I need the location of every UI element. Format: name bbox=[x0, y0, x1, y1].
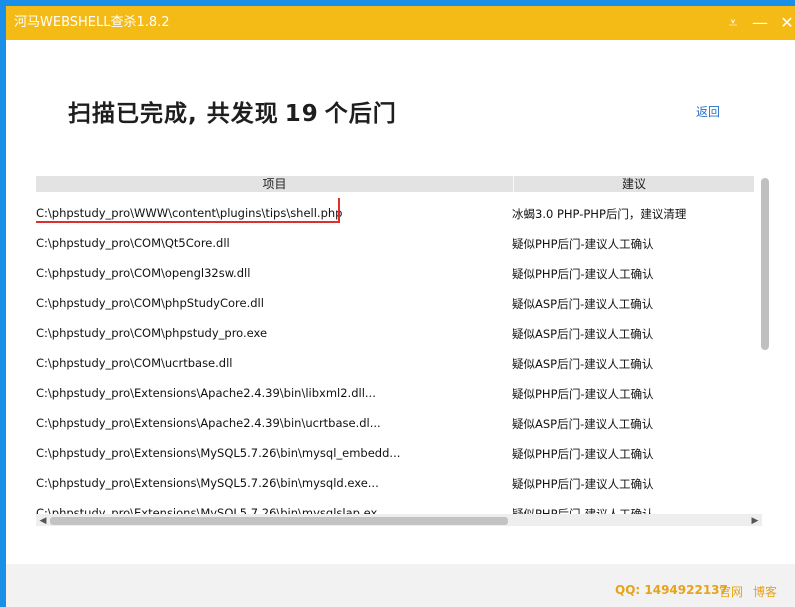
file-path: C:\phpstudy_pro\COM\Qt5Core.dll bbox=[36, 236, 230, 250]
vertical-scroll-thumb[interactable] bbox=[761, 178, 769, 350]
vertical-scrollbar[interactable] bbox=[754, 176, 770, 514]
title-bar[interactable]: 河马WEBSHELL查杀1.8.2 ⩡ — ✕ bbox=[6, 6, 795, 40]
file-path: C:\phpstudy_pro\Extensions\Apache2.4.39\… bbox=[36, 386, 376, 400]
column-header-advice[interactable]: 建议 bbox=[514, 176, 754, 192]
advice-text: 疑似ASP后门-建议人工确认 bbox=[512, 297, 654, 311]
file-path: C:\phpstudy_pro\WWW\content\plugins\tips… bbox=[36, 206, 343, 220]
headline-suffix: 个后门 bbox=[324, 101, 397, 127]
backdoor-count: 19 bbox=[284, 101, 319, 127]
scroll-left-icon[interactable]: ◀ bbox=[36, 514, 50, 526]
file-path: C:\phpstudy_pro\COM\ucrtbase.dll bbox=[36, 356, 233, 370]
table-header: 项目 建议 bbox=[36, 176, 754, 192]
close-icon[interactable]: ✕ bbox=[777, 13, 795, 33]
file-path: C:\phpstudy_pro\Extensions\MySQL5.7.26\b… bbox=[36, 476, 379, 490]
table-row[interactable]: C:\phpstudy_pro\Extensions\MySQL5.7.26\b… bbox=[36, 438, 754, 468]
minimize-icon[interactable]: — bbox=[750, 13, 770, 33]
app-window: 河马WEBSHELL查杀1.8.2 ⩡ — ✕ 扫描已完成, 共发现 19 个后门 … bbox=[6, 6, 795, 607]
advice-text: 疑似PHP后门-建议人工确认 bbox=[512, 447, 654, 461]
back-link[interactable]: 返回 bbox=[696, 103, 720, 120]
advice-text: 疑似PHP后门-建议人工确认 bbox=[512, 507, 654, 514]
footer-bar: QQ: 1494922137 官网 博客 bbox=[6, 564, 795, 607]
official-site-link[interactable]: 官网 bbox=[719, 583, 743, 600]
advice-text: 疑似ASP后门-建议人工确认 bbox=[512, 357, 654, 371]
window-title: 河马WEBSHELL查杀1.8.2 bbox=[14, 15, 170, 30]
table-row[interactable]: C:\phpstudy_pro\Extensions\MySQL5.7.26\b… bbox=[36, 468, 754, 498]
table-row[interactable]: C:\phpstudy_pro\COM\phpstudy_pro.exe 疑似A… bbox=[36, 318, 754, 348]
advice-text: 疑似PHP后门-建议人工确认 bbox=[512, 387, 654, 401]
table-body: C:\phpstudy_pro\WWW\content\plugins\tips… bbox=[36, 198, 754, 514]
advice-text: 冰蝎3.0 PHP-PHP后门，建议清理 bbox=[512, 207, 687, 221]
horizontal-scrollbar[interactable]: ◀ ▶ bbox=[36, 514, 762, 526]
scroll-right-icon[interactable]: ▶ bbox=[748, 514, 762, 526]
file-path: C:\phpstudy_pro\Extensions\MySQL5.7.26\b… bbox=[36, 446, 401, 460]
headline-prefix: 扫描已完成, 共发现 bbox=[68, 101, 279, 127]
table-row[interactable]: C:\phpstudy_pro\COM\Qt5Core.dll 疑似PHP后门-… bbox=[36, 228, 754, 258]
advice-text: 疑似ASP后门-建议人工确认 bbox=[512, 417, 654, 431]
advice-text: 疑似ASP后门-建议人工确认 bbox=[512, 327, 654, 341]
table-row[interactable]: C:\phpstudy_pro\Extensions\Apache2.4.39\… bbox=[36, 378, 754, 408]
menu-icon[interactable]: ⩡ bbox=[723, 13, 743, 33]
blog-link[interactable]: 博客 bbox=[753, 583, 777, 600]
column-header-item[interactable]: 项目 bbox=[36, 176, 514, 192]
table-row[interactable]: C:\phpstudy_pro\COM\opengl32sw.dll 疑似PHP… bbox=[36, 258, 754, 288]
advice-text: 疑似PHP后门-建议人工确认 bbox=[512, 477, 654, 491]
result-table: 项目 建议 C:\phpstudy_pro\WWW\content\plugin… bbox=[36, 176, 770, 526]
table-row[interactable]: C:\phpstudy_pro\WWW\content\plugins\tips… bbox=[36, 198, 754, 228]
scan-result-headline: 扫描已完成, 共发现 19 个后门 bbox=[68, 94, 397, 128]
qq-contact: QQ: 1494922137 bbox=[615, 583, 728, 597]
file-path: C:\phpstudy_pro\COM\opengl32sw.dll bbox=[36, 266, 251, 280]
table-row[interactable]: C:\phpstudy_pro\COM\ucrtbase.dll 疑似ASP后门… bbox=[36, 348, 754, 378]
file-path: C:\phpstudy_pro\Extensions\MySQL5.7.26\b… bbox=[36, 506, 389, 514]
table-row[interactable]: C:\phpstudy_pro\COM\phpStudyCore.dll 疑似A… bbox=[36, 288, 754, 318]
horizontal-scroll-thumb[interactable] bbox=[50, 517, 508, 525]
file-path: C:\phpstudy_pro\COM\phpstudy_pro.exe bbox=[36, 326, 268, 340]
file-path: C:\phpstudy_pro\COM\phpStudyCore.dll bbox=[36, 296, 264, 310]
table-row[interactable]: C:\phpstudy_pro\Extensions\MySQL5.7.26\b… bbox=[36, 498, 754, 514]
advice-text: 疑似PHP后门-建议人工确认 bbox=[512, 237, 654, 251]
file-path: C:\phpstudy_pro\Extensions\Apache2.4.39\… bbox=[36, 416, 381, 430]
advice-text: 疑似PHP后门-建议人工确认 bbox=[512, 267, 654, 281]
table-row[interactable]: C:\phpstudy_pro\Extensions\Apache2.4.39\… bbox=[36, 408, 754, 438]
